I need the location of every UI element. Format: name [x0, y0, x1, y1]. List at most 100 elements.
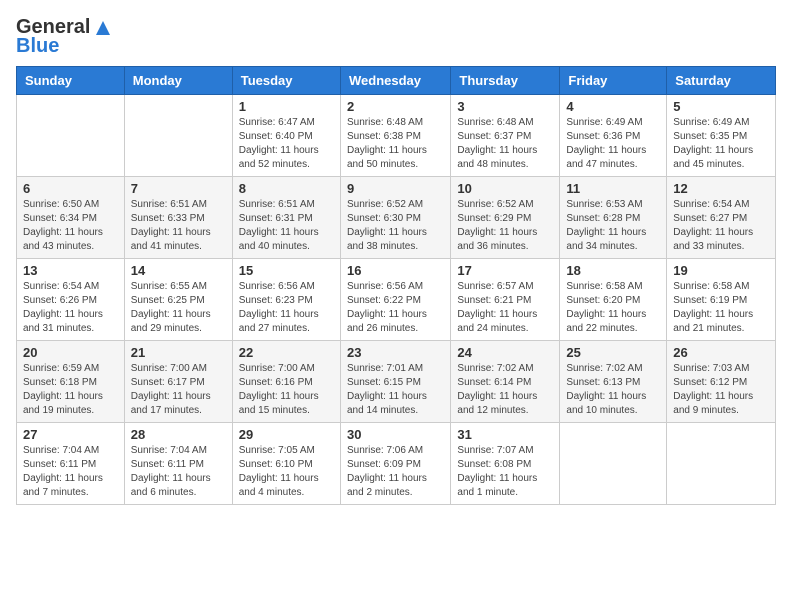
- day-number: 9: [347, 181, 444, 196]
- calendar-cell: 30Sunrise: 7:06 AMSunset: 6:09 PMDayligh…: [340, 423, 450, 505]
- calendar-cell: 29Sunrise: 7:05 AMSunset: 6:10 PMDayligh…: [232, 423, 340, 505]
- day-number: 12: [673, 181, 769, 196]
- column-header-friday: Friday: [560, 67, 667, 95]
- day-info: Sunrise: 6:49 AMSunset: 6:36 PMDaylight:…: [566, 116, 660, 172]
- day-info: Sunrise: 7:07 AMSunset: 6:08 PMDaylight:…: [457, 444, 553, 500]
- day-number: 30: [347, 427, 444, 442]
- day-number: 7: [131, 181, 226, 196]
- calendar-cell: 13 Sunrise: 6:54 AMSunset: 6:26 PMDayligh…: [17, 259, 125, 341]
- day-number: 18: [566, 263, 660, 278]
- day-info: Sunrise: 6:49 AMSunset: 6:35 PMDaylight:…: [673, 116, 769, 172]
- calendar-cell: 9Sunrise: 6:52 AMSunset: 6:30 PMDaylight…: [340, 177, 450, 259]
- calendar-cell: [560, 423, 667, 505]
- calendar-cell: 19 Sunrise: 6:58 AMSunset: 6:19 PMDayligh…: [667, 259, 776, 341]
- day-info: Sunrise: 6:58 AMSunset: 6:19 PMDaylight:…: [673, 280, 769, 336]
- calendar-cell: 21Sunrise: 7:00 AMSunset: 6:17 PMDayligh…: [124, 341, 232, 423]
- calendar-table: SundayMondayTuesdayWednesdayThursdayFrid…: [16, 66, 776, 505]
- day-info: Sunrise: 6:55 AMSunset: 6:25 PMDaylight:…: [131, 280, 226, 336]
- calendar-cell: 15 Sunrise: 6:56 AMSunset: 6:23 PMDayligh…: [232, 259, 340, 341]
- calendar-cell: 8 Sunrise: 6:51 AMSunset: 6:31 PMDaylight…: [232, 177, 340, 259]
- day-info: Sunrise: 6:50 AMSunset: 6:34 PMDaylight:…: [23, 198, 118, 254]
- day-info: Sunrise: 7:04 AMSunset: 6:11 PMDaylight:…: [131, 444, 226, 500]
- day-number: 4: [566, 99, 660, 114]
- column-header-sunday: Sunday: [17, 67, 125, 95]
- day-number: 27: [23, 427, 118, 442]
- day-info: Sunrise: 7:02 AMSunset: 6:14 PMDaylight:…: [457, 362, 553, 418]
- calendar-cell: 16 Sunrise: 6:56 AMSunset: 6:22 PMDayligh…: [340, 259, 450, 341]
- day-number: 24: [457, 345, 553, 360]
- day-info: Sunrise: 6:48 AMSunset: 6:37 PMDaylight:…: [457, 116, 553, 172]
- calendar-cell: 31Sunrise: 7:07 AMSunset: 6:08 PMDayligh…: [451, 423, 560, 505]
- day-number: 5: [673, 99, 769, 114]
- day-info: Sunrise: 7:04 AMSunset: 6:11 PMDaylight:…: [23, 444, 118, 500]
- day-info: Sunrise: 6:56 AMSunset: 6:23 PMDaylight:…: [239, 280, 334, 336]
- day-info: Sunrise: 6:59 AMSunset: 6:18 PMDaylight:…: [23, 362, 118, 418]
- calendar-cell: 17 Sunrise: 6:57 AMSunset: 6:21 PMDayligh…: [451, 259, 560, 341]
- day-info: Sunrise: 6:58 AMSunset: 6:20 PMDaylight:…: [566, 280, 660, 336]
- day-number: 26: [673, 345, 769, 360]
- calendar-week-row: 27 Sunrise: 7:04 AMSunset: 6:11 PMDayligh…: [17, 423, 776, 505]
- day-number: 3: [457, 99, 553, 114]
- day-number: 25: [566, 345, 660, 360]
- calendar-cell: 3 Sunrise: 6:48 AMSunset: 6:37 PMDaylight…: [451, 95, 560, 177]
- calendar-week-row: 6 Sunrise: 6:50 AMSunset: 6:34 PMDaylight…: [17, 177, 776, 259]
- day-number: 13: [23, 263, 118, 278]
- day-info: Sunrise: 6:52 AMSunset: 6:29 PMDaylight:…: [457, 198, 553, 254]
- day-number: 23: [347, 345, 444, 360]
- day-info: Sunrise: 6:47 AMSunset: 6:40 PMDaylight:…: [239, 116, 334, 172]
- day-number: 21: [131, 345, 226, 360]
- calendar-week-row: 1 Sunrise: 6:47 AMSunset: 6:40 PMDaylight…: [17, 95, 776, 177]
- day-number: 14: [131, 263, 226, 278]
- calendar-cell: 24 Sunrise: 7:02 AMSunset: 6:14 PMDayligh…: [451, 341, 560, 423]
- calendar-week-row: 13 Sunrise: 6:54 AMSunset: 6:26 PMDayligh…: [17, 259, 776, 341]
- day-info: Sunrise: 6:57 AMSunset: 6:21 PMDaylight:…: [457, 280, 553, 336]
- day-info: Sunrise: 6:51 AMSunset: 6:31 PMDaylight:…: [239, 198, 334, 254]
- calendar-cell: 4 Sunrise: 6:49 AMSunset: 6:36 PMDaylight…: [560, 95, 667, 177]
- day-number: 28: [131, 427, 226, 442]
- calendar-cell: 5 Sunrise: 6:49 AMSunset: 6:35 PMDaylight…: [667, 95, 776, 177]
- calendar-cell: 10 Sunrise: 6:52 AMSunset: 6:29 PMDayligh…: [451, 177, 560, 259]
- day-number: 19: [673, 263, 769, 278]
- column-header-tuesday: Tuesday: [232, 67, 340, 95]
- day-info: Sunrise: 6:51 AMSunset: 6:33 PMDaylight:…: [131, 198, 226, 254]
- day-number: 1: [239, 99, 334, 114]
- column-header-monday: Monday: [124, 67, 232, 95]
- day-info: Sunrise: 7:01 AMSunset: 6:15 PMDaylight:…: [347, 362, 444, 418]
- logo: General Blue: [16, 16, 114, 58]
- day-info: Sunrise: 7:02 AMSunset: 6:13 PMDaylight:…: [566, 362, 660, 418]
- day-info: Sunrise: 7:03 AMSunset: 6:12 PMDaylight:…: [673, 362, 769, 418]
- day-number: 8: [239, 181, 334, 196]
- day-info: Sunrise: 7:00 AMSunset: 6:16 PMDaylight:…: [239, 362, 334, 418]
- day-info: Sunrise: 6:54 AMSunset: 6:26 PMDaylight:…: [23, 280, 118, 336]
- calendar-cell: 2Sunrise: 6:48 AMSunset: 6:38 PMDaylight…: [340, 95, 450, 177]
- calendar-week-row: 20 Sunrise: 6:59 AMSunset: 6:18 PMDayligh…: [17, 341, 776, 423]
- logo-blue-text: Blue: [16, 35, 59, 58]
- calendar-cell: 20 Sunrise: 6:59 AMSunset: 6:18 PMDayligh…: [17, 341, 125, 423]
- logo-icon: [92, 17, 114, 39]
- calendar-cell: 6 Sunrise: 6:50 AMSunset: 6:34 PMDaylight…: [17, 177, 125, 259]
- calendar-cell: 26 Sunrise: 7:03 AMSunset: 6:12 PMDayligh…: [667, 341, 776, 423]
- day-info: Sunrise: 6:48 AMSunset: 6:38 PMDaylight:…: [347, 116, 444, 172]
- calendar-cell: 25 Sunrise: 7:02 AMSunset: 6:13 PMDayligh…: [560, 341, 667, 423]
- day-info: Sunrise: 6:54 AMSunset: 6:27 PMDaylight:…: [673, 198, 769, 254]
- day-number: 22: [239, 345, 334, 360]
- day-number: 6: [23, 181, 118, 196]
- day-number: 20: [23, 345, 118, 360]
- calendar-cell: 27 Sunrise: 7:04 AMSunset: 6:11 PMDayligh…: [17, 423, 125, 505]
- column-header-wednesday: Wednesday: [340, 67, 450, 95]
- calendar-cell: 7 Sunrise: 6:51 AMSunset: 6:33 PMDaylight…: [124, 177, 232, 259]
- calendar-cell: 12 Sunrise: 6:54 AMSunset: 6:27 PMDayligh…: [667, 177, 776, 259]
- day-number: 16: [347, 263, 444, 278]
- calendar-cell: 23 Sunrise: 7:01 AMSunset: 6:15 PMDayligh…: [340, 341, 450, 423]
- calendar-cell: [17, 95, 125, 177]
- day-number: 29: [239, 427, 334, 442]
- column-header-thursday: Thursday: [451, 67, 560, 95]
- day-number: 10: [457, 181, 553, 196]
- day-info: Sunrise: 6:56 AMSunset: 6:22 PMDaylight:…: [347, 280, 444, 336]
- calendar-cell: [667, 423, 776, 505]
- day-number: 17: [457, 263, 553, 278]
- calendar-cell: 22 Sunrise: 7:00 AMSunset: 6:16 PMDayligh…: [232, 341, 340, 423]
- page-header: General Blue: [16, 16, 776, 58]
- calendar-cell: 11Sunrise: 6:53 AMSunset: 6:28 PMDayligh…: [560, 177, 667, 259]
- day-number: 15: [239, 263, 334, 278]
